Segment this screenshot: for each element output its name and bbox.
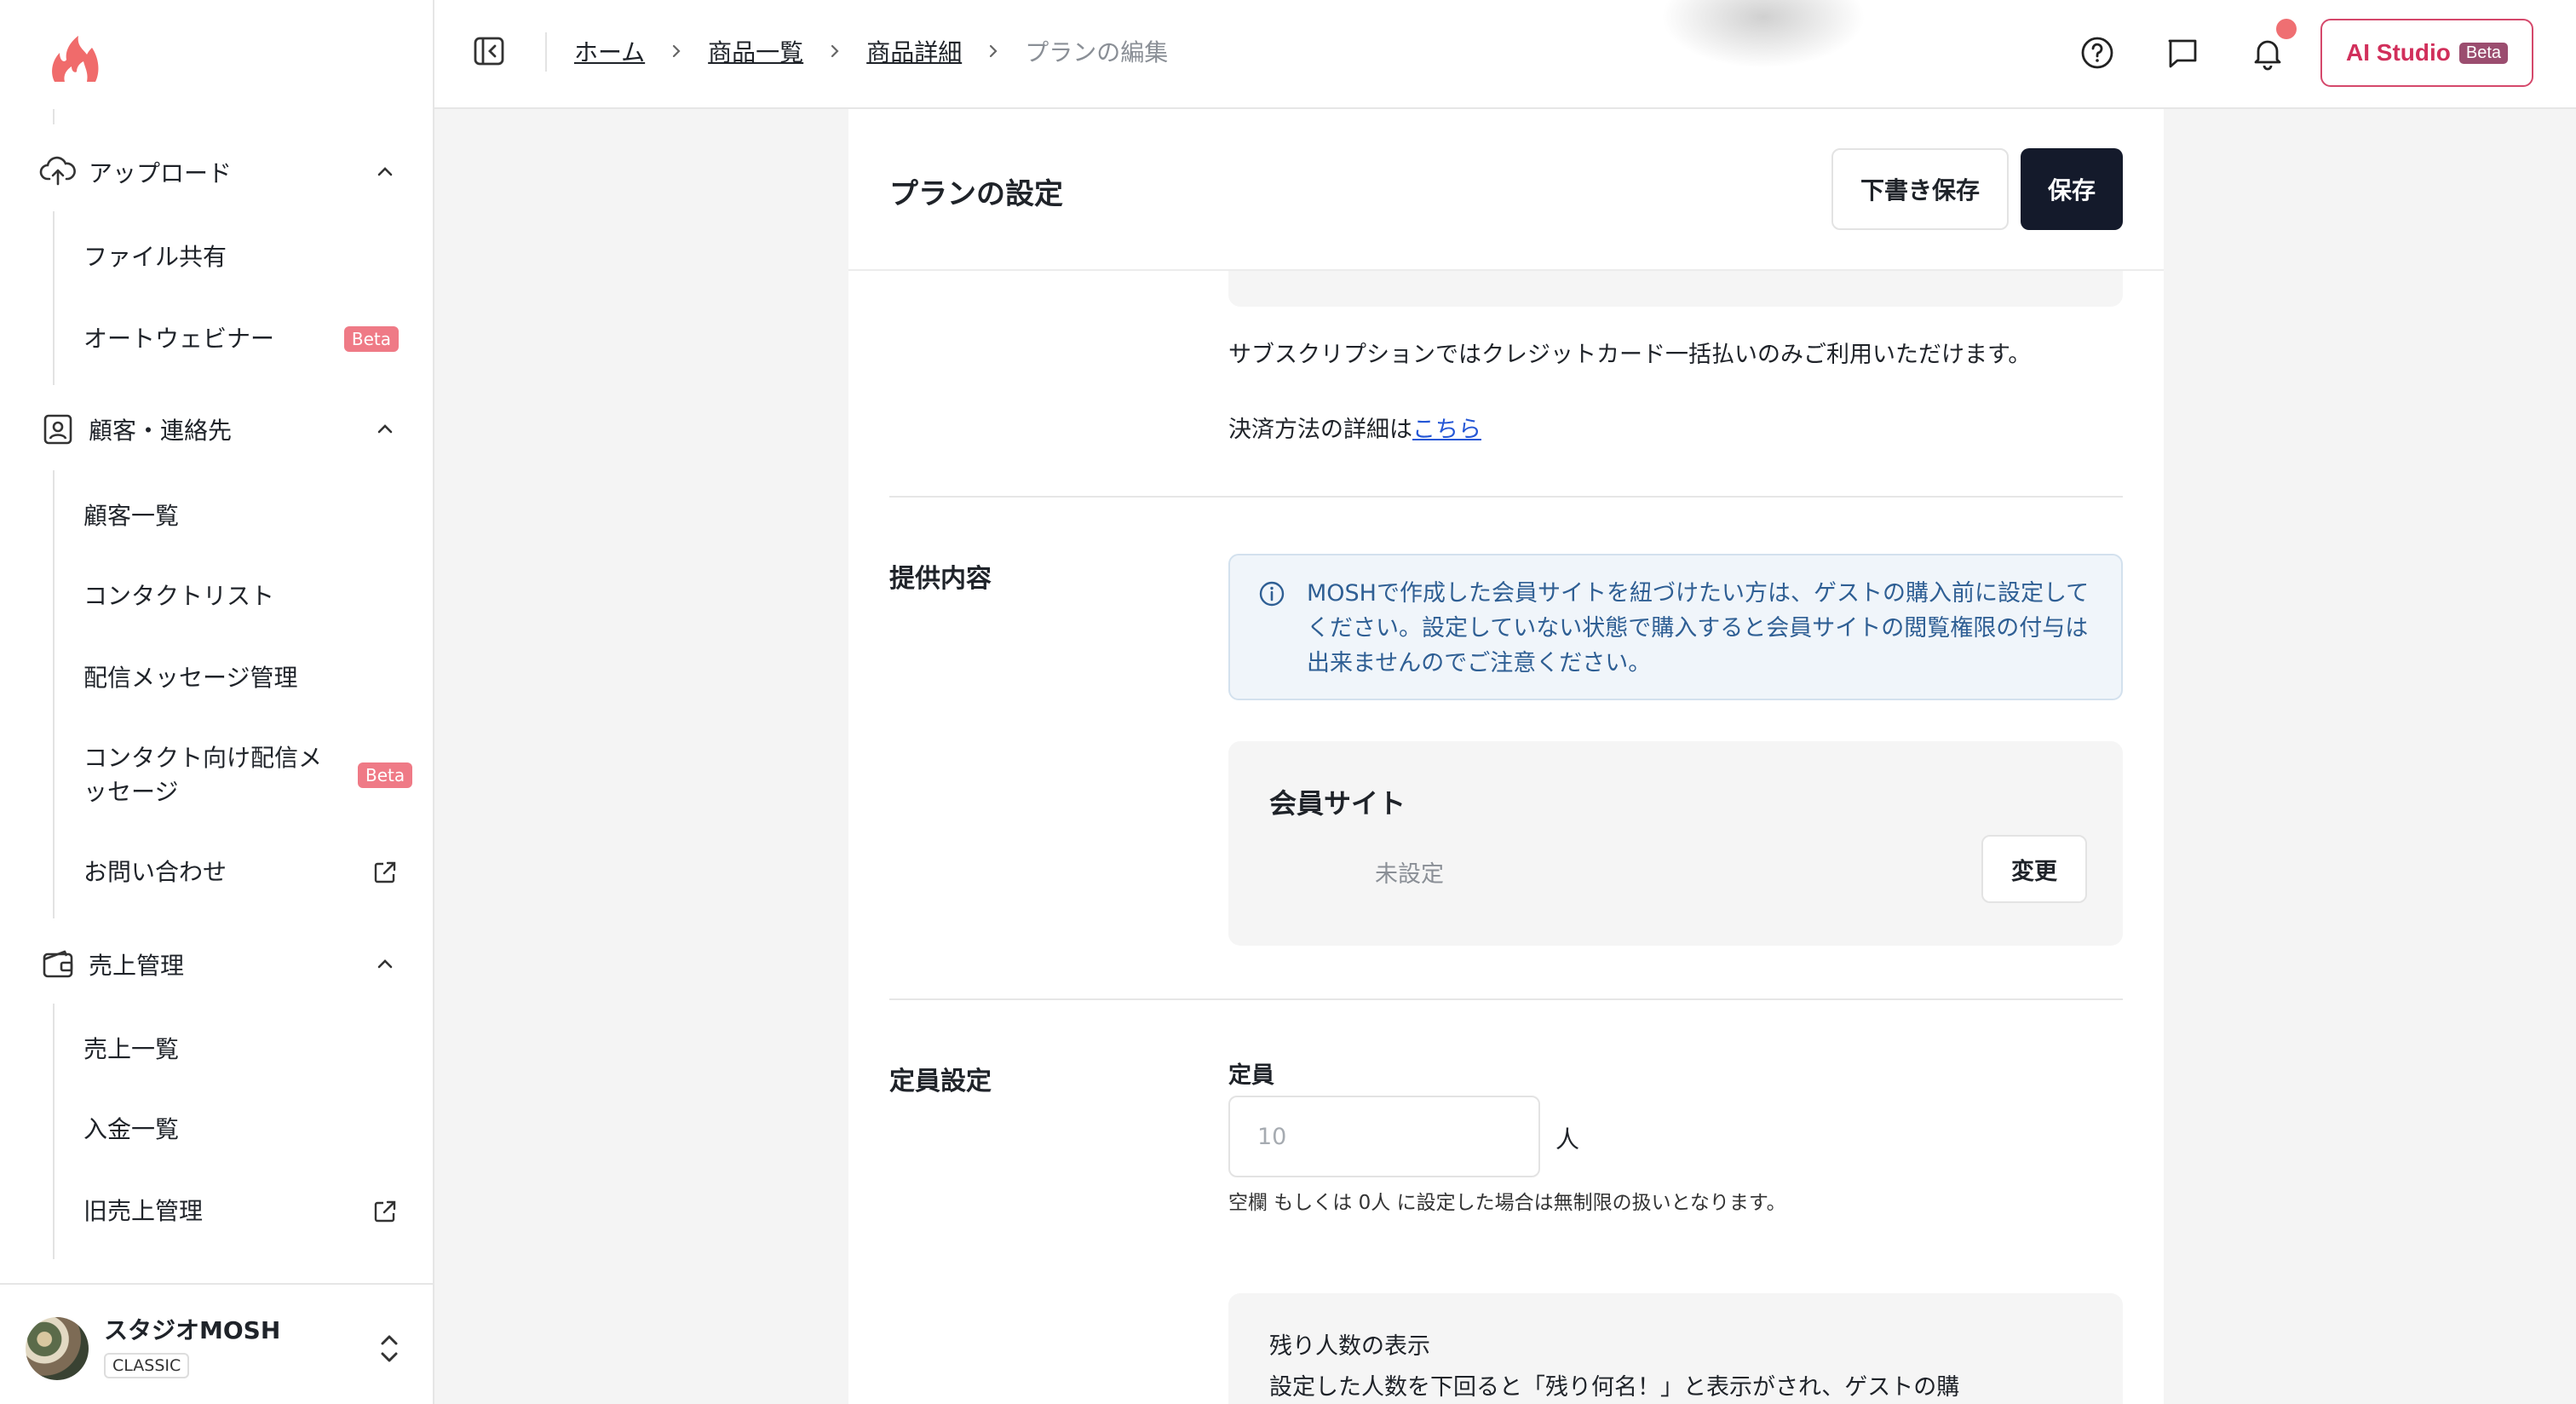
- chevron-up-icon: [377, 959, 393, 969]
- chevron-right-icon: [673, 44, 681, 58]
- external-link-icon: [374, 861, 396, 883]
- bell-icon[interactable]: [2249, 34, 2286, 72]
- card-header: プランの設定 下書き保存 保存: [848, 109, 2164, 271]
- sidebar-item-contact-messages[interactable]: コンタクト向け配信メッセージ Beta: [83, 741, 413, 809]
- sidebar-section-label: アップロード: [89, 159, 233, 187]
- capacity-label: 定員: [1228, 1062, 1274, 1089]
- breadcrumb-home[interactable]: ホーム: [574, 34, 645, 68]
- chevron-right-icon: [990, 44, 998, 58]
- payment-detail-text: 決済方法の詳細はこちら: [1228, 411, 1481, 444]
- blurred-region: [1661, 0, 1866, 68]
- beta-badge: Beta: [343, 326, 399, 352]
- chevron-up-down-icon: [381, 1335, 398, 1362]
- divider: [53, 470, 55, 918]
- divider: [53, 211, 55, 385]
- page-title: プランの設定: [889, 177, 1063, 211]
- change-member-site-button[interactable]: 変更: [1981, 835, 2087, 903]
- member-site-value: 未設定: [1375, 861, 1444, 888]
- divider: [53, 1004, 55, 1259]
- divider: [545, 32, 547, 72]
- capacity-input[interactable]: [1228, 1096, 1540, 1177]
- sidebar-item-label: コンタクト向け配信メッセージ: [83, 744, 323, 806]
- sidebar-item-label: コンタクトリスト: [83, 582, 275, 610]
- sidebar-item-payments-list[interactable]: 入金一覧: [83, 1113, 399, 1147]
- contact-card-icon: [43, 414, 72, 445]
- sidebar-item-file-share[interactable]: ファイル共有: [83, 240, 399, 274]
- sidebar-item-label: 入金一覧: [83, 1115, 180, 1143]
- mosh-logo-icon[interactable]: [48, 34, 102, 85]
- divider: [889, 496, 2123, 498]
- sidebar-item-legacy-sales[interactable]: 旧売上管理: [83, 1194, 399, 1228]
- info-text: MOSHで作成した会員サイトを紐づけたい方は、ゲストの購入前に設定してください。…: [1307, 580, 2090, 676]
- section-title-capacity: 定員設定: [889, 1067, 992, 1096]
- wallet-icon: [43, 950, 73, 978]
- sidebar-item-message-management[interactable]: 配信メッセージ管理: [83, 661, 399, 695]
- breadcrumb-product-detail[interactable]: 商品詳細: [866, 34, 962, 68]
- breadcrumb-products[interactable]: 商品一覧: [708, 34, 803, 68]
- org-name: スタジオMOSH: [104, 1316, 281, 1344]
- help-icon[interactable]: [2079, 34, 2116, 72]
- member-site-title: 会員サイト: [1269, 787, 1406, 820]
- sidebar-item-auto-webinar[interactable]: オートウェビナー Beta: [83, 322, 399, 356]
- notification-dot: [2276, 19, 2297, 39]
- sidebar-item-label: 売上一覧: [83, 1035, 180, 1063]
- remaining-count-desc: 設定した人数を下回ると「残り何名！」と表示がされ、ゲストの購: [1269, 1374, 1960, 1401]
- sidebar-item-label: オートウェビナー: [83, 325, 275, 353]
- breadcrumb: ホーム 商品一覧 商品詳細 プランの編集: [574, 34, 1168, 68]
- sidebar-collapse-icon[interactable]: [472, 34, 506, 68]
- sidebar-item-label: ファイル共有: [83, 243, 227, 271]
- beta-badge: Beta: [358, 762, 413, 788]
- sidebar-item-label: お問い合わせ: [83, 858, 227, 886]
- sidebar-section-label: 売上管理: [89, 952, 185, 980]
- capacity-hint: 空欄 もしくは 0人 に設定した場合は無制限の扱いとなります。: [1228, 1192, 1786, 1214]
- sidebar: アップロード ファイル共有 オートウェビナー Beta 顧客・連絡先 顧客一覧 …: [0, 0, 434, 1404]
- sidebar-item-sales-list[interactable]: 売上一覧: [83, 1033, 399, 1067]
- chat-icon[interactable]: [2164, 34, 2201, 72]
- section-title-offering: 提供内容: [889, 564, 992, 594]
- sidebar-section-label: 顧客・連絡先: [89, 417, 233, 445]
- member-site-panel: 会員サイト 未設定 変更: [1228, 741, 2123, 946]
- breadcrumb-current: プランの編集: [1025, 38, 1169, 66]
- capacity-unit: 人: [1555, 1125, 1580, 1154]
- sidebar-section-sales[interactable]: 売上管理: [39, 939, 397, 990]
- top-bar: ホーム 商品一覧 商品詳細 プランの編集 AI Studio Beta: [434, 0, 2576, 109]
- save-button[interactable]: 保存: [2021, 148, 2123, 230]
- external-link-icon: [374, 1200, 396, 1223]
- sidebar-item-inquiries[interactable]: お問い合わせ: [83, 855, 399, 889]
- plan-settings-card: プランの設定 下書き保存 保存 サブスクリプションではクレジットカード一括払いの…: [848, 109, 2164, 1404]
- avatar: [26, 1317, 89, 1380]
- sidebar-item-label: 顧客一覧: [83, 502, 180, 530]
- org-switcher[interactable]: スタジオMOSH CLASSIC: [0, 1283, 433, 1404]
- save-draft-button[interactable]: 下書き保存: [1831, 148, 2009, 230]
- remaining-count-title: 残り人数の表示: [1269, 1333, 1430, 1360]
- sidebar-item-contact-list[interactable]: コンタクトリスト: [83, 579, 399, 613]
- sidebar-item-label: 配信メッセージ管理: [83, 664, 298, 692]
- divider: [53, 109, 55, 124]
- divider: [889, 998, 2123, 1000]
- sidebar-item-customer-list[interactable]: 顧客一覧: [83, 499, 399, 533]
- cloud-upload-icon: [39, 156, 76, 186]
- sidebar-section-customers[interactable]: 顧客・連絡先: [39, 404, 397, 455]
- plan-badge: CLASSIC: [104, 1353, 190, 1378]
- payment-detail-link[interactable]: こちら: [1412, 417, 1481, 443]
- ai-studio-button[interactable]: AI Studio Beta: [2320, 19, 2533, 87]
- chevron-up-icon: [377, 167, 393, 176]
- remaining-count-panel: 残り人数の表示 設定した人数を下回ると「残り何名！」と表示がされ、ゲストの購: [1228, 1293, 2123, 1404]
- beta-badge: Beta: [2458, 42, 2509, 64]
- subscription-note: サブスクリプションではクレジットカード一括払いのみご利用いただけます。: [1228, 342, 2032, 368]
- info-icon: [1259, 581, 1285, 607]
- sidebar-item-label: 旧売上管理: [83, 1197, 204, 1225]
- info-alert: MOSHで作成した会員サイトを紐づけたい方は、ゲストの購入前に設定してください。…: [1228, 554, 2123, 700]
- ai-studio-label: AI Studio: [2345, 39, 2451, 66]
- payment-detail-prefix: 決済方法の詳細は: [1228, 417, 1412, 443]
- chevron-up-icon: [377, 424, 393, 434]
- chevron-right-icon: [831, 44, 839, 58]
- sidebar-section-upload[interactable]: アップロード: [39, 147, 397, 198]
